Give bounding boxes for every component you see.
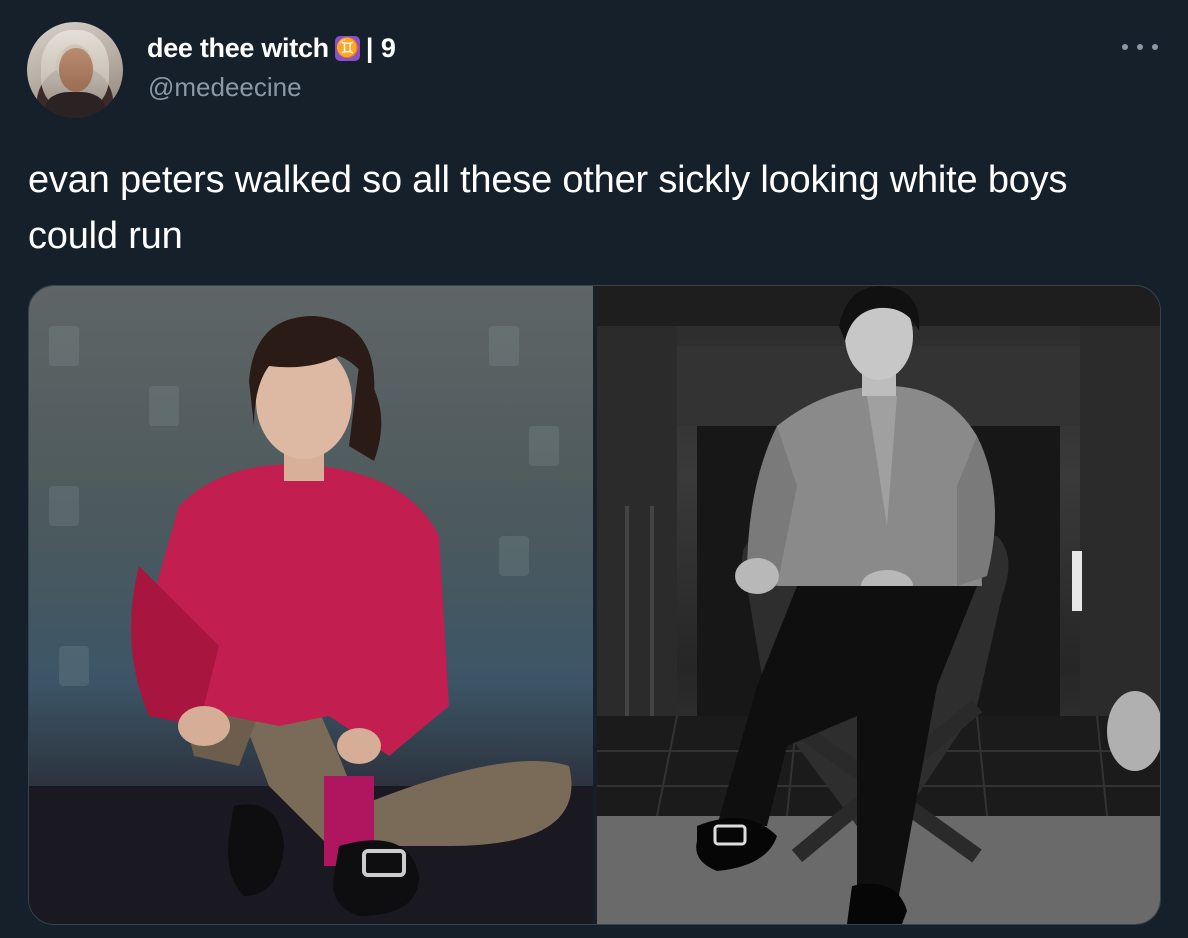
more-dot	[1122, 44, 1128, 50]
user-handle[interactable]: @medeecine	[148, 72, 302, 103]
tweet-text: evan peters walked so all these other si…	[28, 159, 1068, 257]
display-name[interactable]: dee thee witch	[147, 33, 329, 64]
display-name-suffix: | 9	[365, 32, 396, 63]
avatar[interactable]	[27, 22, 123, 118]
media-grid	[28, 285, 1161, 925]
author-name-row[interactable]: dee thee witch ♊ | 9	[147, 32, 396, 64]
gemini-icon: ♊	[334, 35, 360, 61]
more-dot	[1137, 44, 1143, 50]
more-dot	[1152, 44, 1158, 50]
avatar-face	[59, 48, 93, 92]
tweet: dee thee witch ♊ | 9 @medeecine evan pet…	[0, 0, 1188, 938]
photo-left-illustration	[29, 316, 593, 924]
more-horizontal-icon[interactable]	[1122, 40, 1158, 54]
photo-left[interactable]	[29, 286, 593, 924]
avatar-body	[45, 92, 105, 118]
photo-right[interactable]	[597, 286, 1160, 924]
photo-right-illustration	[597, 286, 1160, 924]
